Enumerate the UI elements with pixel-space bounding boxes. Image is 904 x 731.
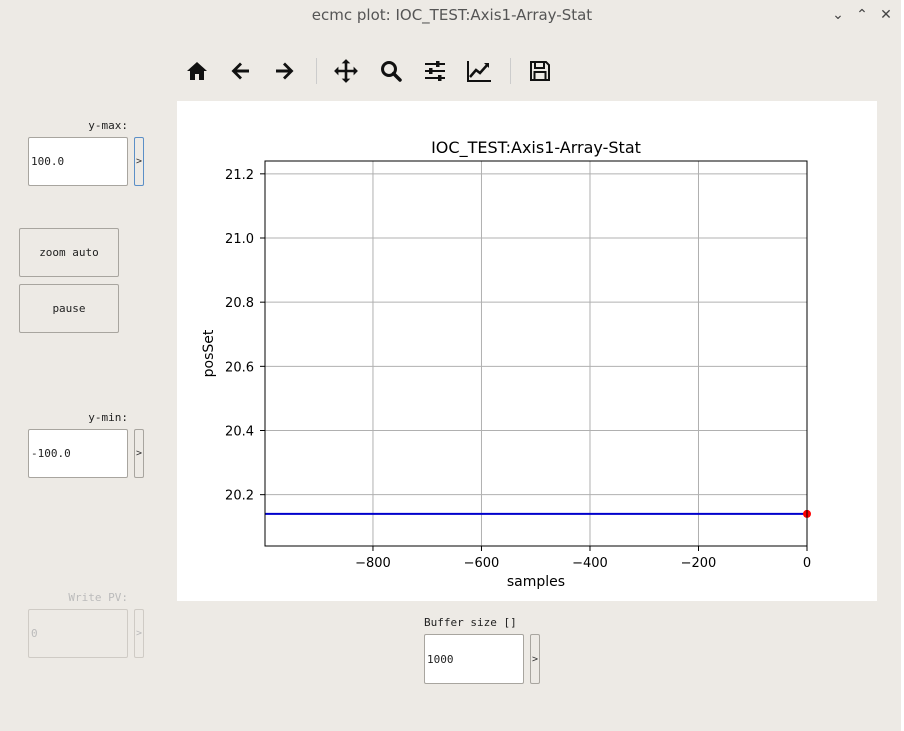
- back-arrow-icon: [231, 62, 249, 80]
- toolbar-separator: [316, 58, 317, 84]
- x-tick-label: −600: [464, 556, 500, 571]
- save-button[interactable]: [524, 55, 556, 87]
- chart-svg: −800 −600 −400 −200 0 20.2 20.4 20.6 20.8 21.0 21.…: [201, 138, 811, 590]
- pause-button[interactable]: pause: [19, 284, 119, 333]
- x-tick-label: 0: [803, 556, 811, 571]
- ymax-label: y-max:: [88, 119, 128, 132]
- save-floppy-icon: [530, 61, 550, 81]
- write-pv-label: Write PV:: [68, 591, 128, 604]
- zoom-magnifier-icon: [381, 61, 402, 82]
- pan-move-icon: [334, 59, 358, 83]
- y-tick-label: 21.2: [225, 168, 254, 183]
- ymax-input[interactable]: 100.0: [28, 137, 128, 186]
- minimize-icon[interactable]: ⌄: [829, 5, 847, 25]
- back-button[interactable]: [225, 55, 257, 87]
- y-axis-label: posSet: [201, 329, 217, 377]
- forward-button[interactable]: [268, 55, 300, 87]
- home-icon: [187, 62, 207, 80]
- maximize-icon[interactable]: ⌃: [853, 5, 871, 25]
- y-tick-label: 20.2: [225, 489, 254, 504]
- configure-subplots-icon: [425, 61, 445, 81]
- ymin-label: y-min:: [88, 411, 128, 424]
- forward-arrow-icon: [276, 62, 294, 80]
- y-tick-label: 20.8: [225, 296, 254, 311]
- x-tick-label: −200: [681, 556, 717, 571]
- y-tick-label: 21.0: [225, 232, 254, 247]
- subplots-button[interactable]: [419, 55, 451, 87]
- x-tick-label: −400: [572, 556, 608, 571]
- plot-canvas[interactable]: −800 −600 −400 −200 0 20.2 20.4 20.6 20.8 21.0 21.…: [177, 101, 877, 601]
- pan-button[interactable]: [330, 55, 362, 87]
- home-button[interactable]: [181, 55, 213, 87]
- ymin-input[interactable]: -100.0: [28, 429, 128, 478]
- close-icon[interactable]: ✕: [877, 5, 895, 25]
- buffer-size-label: Buffer size []: [424, 616, 517, 629]
- plot-frame: [264, 160, 808, 547]
- y-tick-label: 20.4: [225, 425, 254, 440]
- write-pv-input[interactable]: 0: [28, 609, 128, 658]
- y-tick-label: 20.6: [225, 360, 254, 375]
- zoom-button[interactable]: [375, 55, 407, 87]
- x-tick-label: −800: [355, 556, 391, 571]
- write-pv-apply-button[interactable]: >: [134, 609, 144, 658]
- toolbar-separator: [510, 58, 511, 84]
- zoom-auto-button[interactable]: zoom auto: [19, 228, 119, 277]
- ymax-apply-button[interactable]: >: [134, 137, 144, 186]
- edit-axis-curve-icon: [467, 61, 491, 82]
- buffer-size-input[interactable]: 1000: [424, 634, 524, 684]
- chart-title: IOC_TEST:Axis1-Array-Stat: [431, 138, 641, 158]
- window-title: ecmc plot: IOC_TEST:Axis1-Array-Stat: [311, 6, 593, 24]
- edit-axis-button[interactable]: [463, 55, 495, 87]
- x-axis-label: samples: [507, 574, 565, 590]
- ymin-apply-button[interactable]: >: [134, 429, 144, 478]
- title-bar: ecmc plot: IOC_TEST:Axis1-Array-Stat ⌄ ⌃…: [0, 0, 904, 31]
- buffer-size-apply-button[interactable]: >: [530, 634, 540, 684]
